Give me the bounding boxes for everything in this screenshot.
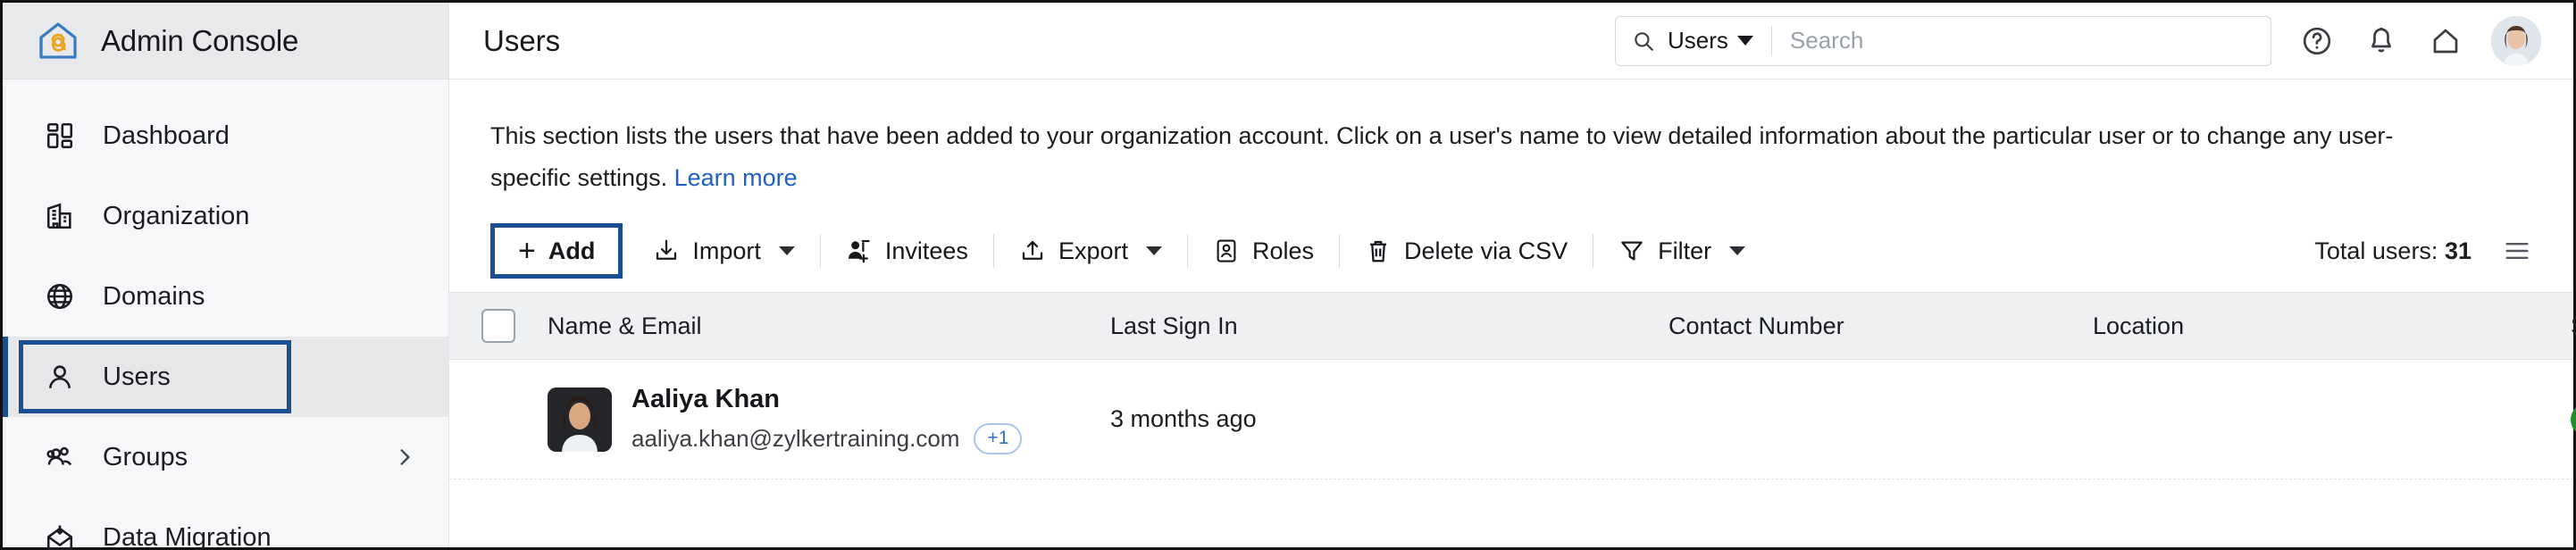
sidebar-item-domains[interactable]: Domains [3, 256, 448, 337]
sidebar-item-label: Users [103, 362, 171, 391]
chevron-down-icon [1145, 246, 1162, 255]
status-cell [2571, 402, 2576, 437]
user-name-email-cell: Aaliya Khan aaliya.khan@zylkertraining.c… [548, 385, 1110, 454]
person-add-icon [846, 238, 873, 264]
top-bar: Users Users [449, 3, 2573, 79]
row-avatar [548, 387, 612, 452]
sidebar: Admin Console Dashboard Organization Dom… [3, 3, 449, 550]
avatar[interactable] [2491, 15, 2541, 66]
user-text-block: Aaliya Khan aaliya.khan@zylkertraining.c… [631, 385, 1023, 454]
learn-more-link[interactable]: Learn more [674, 164, 798, 191]
column-header-last-sign-in[interactable]: Last Sign In [1110, 312, 1669, 340]
sidebar-item-organization[interactable]: Organization [3, 176, 448, 256]
sidebar-item-groups[interactable]: Groups [3, 417, 448, 497]
select-all-checkbox[interactable] [481, 309, 515, 343]
check-circle-icon [2571, 402, 2576, 437]
divider [1339, 234, 1341, 268]
house-gear-icon [35, 18, 81, 64]
sidebar-nav: Dashboard Organization Domains Users Gro… [3, 79, 448, 550]
chevron-down-icon [778, 246, 795, 255]
bell-icon[interactable] [2363, 22, 2400, 60]
home-icon[interactable] [2427, 22, 2464, 60]
roles-badge-icon [1213, 238, 1240, 264]
trash-icon [1365, 238, 1392, 264]
chevron-down-icon [1736, 36, 1753, 46]
brand-header: Admin Console [3, 3, 448, 79]
building-icon [42, 198, 78, 234]
section-description: This section lists the users that have b… [449, 79, 2495, 199]
dashboard-grid-icon [42, 118, 78, 154]
divider [1770, 25, 1772, 56]
funnel-icon [1618, 238, 1645, 264]
divider [819, 234, 821, 268]
import-label: Import [692, 237, 761, 264]
sidebar-item-label: Organization [103, 201, 250, 230]
filter-button[interactable]: Filter [1599, 225, 1765, 277]
last-sign-in-cell: 3 months ago [1110, 405, 1257, 432]
top-bar-actions: Users [1615, 15, 2541, 66]
main-area: Users Users Search This section lists th… [449, 3, 2576, 547]
add-button[interactable]: + Add [490, 223, 623, 279]
table-row[interactable]: Aaliya Khan aaliya.khan@zylkertraining.c… [449, 360, 2576, 479]
roles-label: Roles [1251, 237, 1315, 264]
search-scope-label: Users [1668, 27, 1728, 54]
invitees-label: Invitees [884, 237, 968, 264]
delete-via-csv-button[interactable]: Delete via CSV [1345, 225, 1587, 277]
divider [992, 234, 994, 268]
table-header-row: Name & Email Last Sign In Contact Number… [449, 292, 2576, 360]
delete-via-csv-label: Delete via CSV [1404, 237, 1568, 264]
toolbar-right: Total users: 31 [2314, 236, 2532, 266]
page-title: Users [483, 23, 561, 57]
sidebar-item-label: Dashboard [103, 121, 230, 150]
chevron-right-icon [393, 446, 416, 469]
total-users-label: Total users: [2314, 237, 2438, 264]
column-header-location[interactable]: Location [2093, 312, 2571, 340]
sidebar-item-users[interactable]: Users [3, 337, 448, 417]
column-header-contact-number[interactable]: Contact Number [1669, 312, 2093, 340]
list-lines-icon[interactable] [2502, 236, 2532, 266]
total-users-count: Total users: 31 [2314, 238, 2471, 265]
brand-title: Admin Console [101, 23, 299, 57]
search-icon [1632, 29, 1655, 53]
export-button[interactable]: Export [999, 225, 1182, 277]
sidebar-item-data-migration[interactable]: Data Migration [3, 497, 448, 550]
sidebar-item-label: Groups [103, 442, 188, 471]
row-select-cell [449, 403, 548, 437]
user-email: aaliya.khan@zylkertraining.com [631, 424, 960, 452]
chevron-down-icon [1729, 246, 1746, 255]
plus-icon: + [518, 234, 536, 268]
user-icon [42, 359, 78, 395]
filter-label: Filter [1658, 237, 1712, 264]
sidebar-item-label: Data Migration [103, 522, 272, 550]
divider [1186, 234, 1188, 268]
select-all-cell [449, 309, 548, 343]
search-bar[interactable]: Users [1615, 15, 2271, 66]
import-download-icon [653, 238, 680, 264]
globe-icon [42, 279, 78, 314]
sidebar-item-label: Domains [103, 281, 205, 311]
search-input[interactable] [1789, 27, 2254, 54]
search-scope-dropdown[interactable]: Users [1668, 27, 1753, 54]
user-email-row: aaliya.khan@zylkertraining.com +1 [631, 422, 1023, 454]
roles-button[interactable]: Roles [1193, 225, 1334, 277]
extra-emails-badge[interactable]: +1 [974, 422, 1023, 454]
add-button-label: Add [548, 237, 596, 264]
content-area: This section lists the users that have b… [449, 79, 2576, 547]
toolbar: + Add Import Invitees Export Roles Delet… [449, 210, 2573, 292]
envelope-download-icon [42, 520, 78, 550]
user-name[interactable]: Aaliya Khan [631, 385, 1022, 414]
admin-console-window: Admin Console Dashboard Organization Dom… [0, 0, 2576, 550]
sidebar-item-dashboard[interactable]: Dashboard [3, 96, 448, 176]
invitees-button[interactable]: Invitees [826, 225, 988, 277]
export-upload-icon [1019, 238, 1046, 264]
export-label: Export [1058, 237, 1128, 264]
users-group-icon [42, 439, 78, 475]
column-header-status[interactable]: Status [2571, 312, 2576, 340]
import-button[interactable]: Import [633, 225, 815, 277]
users-table: Name & Email Last Sign In Contact Number… [449, 292, 2576, 547]
column-header-name-email[interactable]: Name & Email [548, 312, 1110, 340]
total-users-value: 31 [2444, 237, 2471, 264]
help-circle-icon[interactable] [2298, 22, 2336, 60]
